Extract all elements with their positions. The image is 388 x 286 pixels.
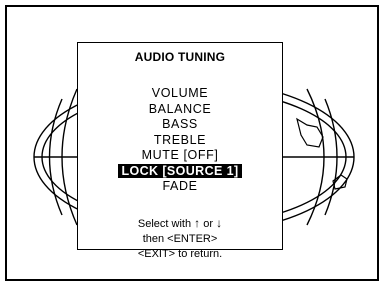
help-line-enter: then <ENTER> [142,233,218,245]
help-line-select: Select with ↑ or ↓ [137,216,223,230]
menu-item-mute[interactable]: MUTE [OFF] [78,148,282,164]
menu-item-label: BALANCE [148,101,212,116]
up-arrow-icon: ↑ [194,216,201,230]
menu-item-label: FADE [162,179,198,193]
menu-item-bass[interactable]: BASS [78,117,282,133]
menu-item-label: TREBLE [153,132,207,147]
menu-item-fade[interactable]: FADE [78,179,282,195]
menu-item-label: VOLUME [151,86,209,100]
menu-item-treble[interactable]: TREBLE [78,133,282,149]
menu-item-label: MUTE [OFF] [141,148,219,162]
menu-item-volume[interactable]: VOLUME [78,86,282,102]
menu-list: VOLUME BALANCE BASS TREBLE MUTE [OFF] LO… [78,86,282,195]
down-arrow-icon: ↓ [216,216,223,230]
menu-title: AUDIO TUNING [134,50,226,64]
menu-item-lock[interactable]: LOCK [SOURCE 1] [78,163,282,180]
menu-item-label: LOCK [SOURCE 1] [118,163,242,178]
menu-item-balance[interactable]: BALANCE [78,102,282,118]
menu-item-label: BASS [162,117,198,131]
help-text: Select with ↑ or ↓ then <ENTER> <EXIT> t… [78,216,282,262]
display-screen: AUDIO TUNING VOLUME BALANCE BASS TREBLE … [5,5,379,281]
audio-tuning-menu: AUDIO TUNING VOLUME BALANCE BASS TREBLE … [77,42,283,260]
help-line-exit: <EXIT> to return. [137,248,223,260]
